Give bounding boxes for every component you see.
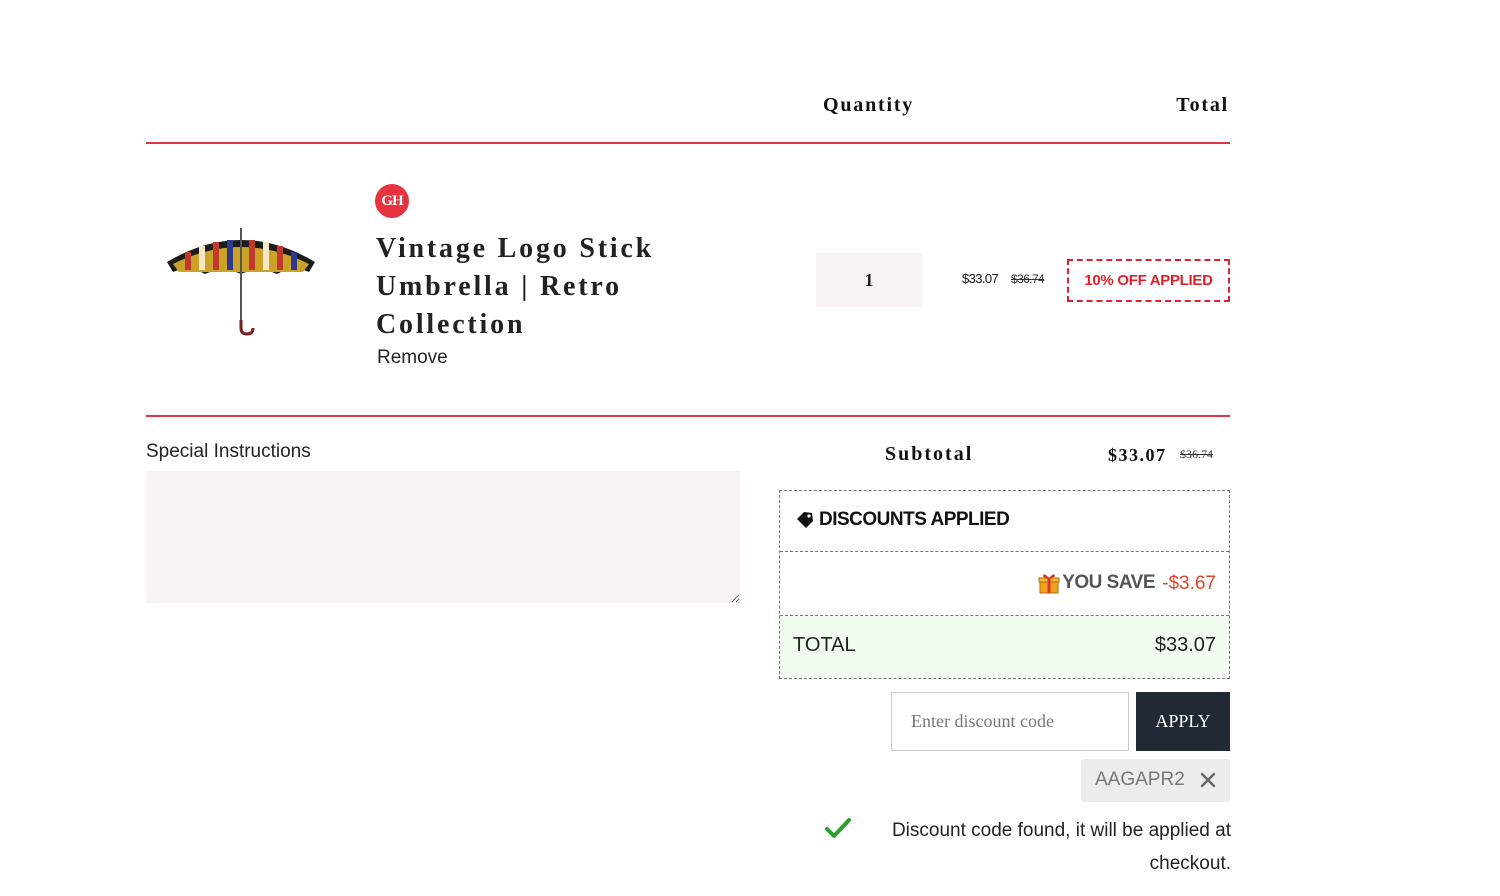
applied-code-text: AAGAPR2 <box>1095 769 1185 790</box>
you-save-row: YOU SAVE -$3.67 <box>780 552 1229 616</box>
header-divider <box>146 142 1230 144</box>
you-save-amount: -$3.67 <box>1162 573 1216 594</box>
order-total-row: TOTAL $33.07 <box>780 616 1229 678</box>
brand-logo: GH <box>375 184 409 218</box>
remove-button[interactable]: Remove <box>377 347 448 369</box>
order-total-value: $33.07 <box>1154 634 1216 656</box>
you-save-label: YOU SAVE <box>1062 572 1155 593</box>
special-instructions-textarea[interactable] <box>146 471 740 603</box>
gift-icon <box>1038 574 1060 594</box>
subtotal-price: $33.07 <box>1108 445 1167 465</box>
total-column-header: Total <box>1176 94 1229 116</box>
special-instructions-label: Special Instructions <box>146 441 311 462</box>
close-icon[interactable] <box>1199 771 1217 789</box>
discount-code-input[interactable] <box>891 692 1129 751</box>
discount-found-message: Discount code found, it will be applied … <box>891 820 1231 874</box>
order-total-label: TOTAL <box>793 634 856 656</box>
item-divider <box>146 415 1230 417</box>
applied-code-chip: AAGAPR2 <box>1081 759 1230 802</box>
subtotal-label: Subtotal <box>885 443 974 465</box>
quantity-column-header: Quantity <box>823 94 915 116</box>
discounts-applied-heading: DISCOUNTS APPLIED <box>819 509 1010 530</box>
cart-page: Quantity Total GH Vintage Logo Stick Umb… <box>0 0 1500 896</box>
product-title[interactable]: Vintage Logo Stick Umbrella | Retro Coll… <box>376 230 696 344</box>
quantity-input[interactable] <box>816 253 922 307</box>
product-image[interactable] <box>163 222 319 340</box>
line-item-price: $33.07 <box>962 271 999 286</box>
discounts-summary: DISCOUNTS APPLIED YOU SAVE -$3.67 TOTAL … <box>779 490 1230 679</box>
discounts-header-row: DISCOUNTS APPLIED <box>780 491 1229 552</box>
tag-icon <box>797 512 813 528</box>
subtotal-compare-price: $36.74 <box>1180 447 1213 461</box>
discount-applied-badge: 10% OFF APPLIED <box>1067 259 1230 302</box>
line-item-compare-price: $36.74 <box>1011 272 1045 286</box>
apply-discount-button[interactable]: APPLY <box>1136 692 1230 751</box>
